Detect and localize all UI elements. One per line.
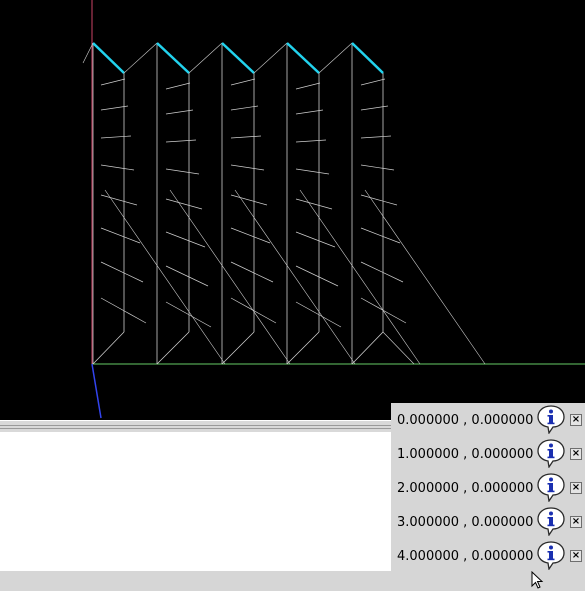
3d-viewport[interactable]	[0, 0, 585, 420]
vector-segment	[360, 261, 404, 283]
close-button[interactable]: ×	[570, 448, 582, 460]
info-balloon-icon[interactable]	[536, 404, 566, 435]
arrow-cursor-icon	[531, 571, 544, 589]
vector-segment	[165, 301, 212, 328]
point-coordinates: 1.000000 , 0.000000	[397, 447, 534, 462]
info-balloon-icon[interactable]	[536, 540, 566, 571]
vector-segment	[234, 189, 356, 365]
highlight-edge	[221, 42, 255, 74]
vector-segment	[100, 78, 126, 86]
vector-segment	[360, 227, 401, 244]
vector-segment	[295, 168, 330, 175]
vector-segment	[295, 82, 321, 90]
vector-segment	[295, 301, 342, 328]
vector-segment	[230, 164, 265, 171]
vector-segment	[230, 78, 256, 86]
info-balloon-icon[interactable]	[536, 472, 566, 503]
vector-segment	[230, 261, 274, 283]
frame-diagonal	[351, 331, 384, 365]
vector-segment	[165, 265, 209, 287]
vector-segment	[360, 194, 398, 206]
vector-segment	[230, 227, 271, 244]
vector-segment	[360, 297, 407, 324]
frame-diagonal	[286, 331, 320, 365]
vector-segment	[169, 189, 291, 365]
vector-segment	[230, 135, 262, 139]
vector-segment	[165, 231, 206, 248]
vector-segment	[295, 265, 339, 287]
status-strip	[0, 571, 585, 591]
point-row: 0.000000 , 0.000000 ×	[391, 403, 585, 437]
point-coordinates: 4.000000 , 0.000000	[397, 549, 534, 564]
point-row: 2.000000 , 0.000000 ×	[391, 471, 585, 505]
vector-segment	[100, 227, 141, 244]
vector-segment	[360, 135, 392, 139]
z-axis-line	[91, 363, 102, 419]
close-button[interactable]: ×	[570, 516, 582, 528]
vector-segment	[165, 198, 203, 210]
info-balloon-icon[interactable]	[536, 438, 566, 469]
points-panel: 0.000000 , 0.000000 × 1.000000 , 0.00000…	[391, 403, 585, 571]
close-button[interactable]: ×	[570, 414, 582, 426]
highlight-edge	[286, 42, 320, 74]
point-row: 1.000000 , 0.000000 ×	[391, 437, 585, 471]
wireframe-scene[interactable]	[0, 0, 585, 420]
vector-segment	[165, 82, 191, 90]
vector-segment	[299, 189, 421, 365]
vector-segment	[230, 297, 277, 324]
vector-segment	[295, 139, 327, 143]
frame-ridge	[123, 42, 158, 74]
info-balloon-icon[interactable]	[536, 506, 566, 537]
vector-segment	[295, 198, 333, 210]
console-area[interactable]	[0, 432, 391, 571]
point-row: 4.000000 , 0.000000 ×	[391, 539, 585, 573]
vector-segment	[104, 189, 226, 365]
vector-segment	[100, 194, 138, 206]
vector-segment	[230, 194, 268, 206]
vector-segment	[100, 135, 132, 139]
frame-diagonal	[221, 331, 255, 365]
highlight-edge	[92, 42, 125, 74]
vector-segment	[100, 297, 147, 324]
vector-segment	[360, 78, 386, 86]
vector-segment	[100, 164, 135, 171]
close-button[interactable]: ×	[570, 482, 582, 494]
vector-segment	[295, 231, 336, 248]
frame-diagonal	[382, 331, 415, 365]
point-coordinates: 2.000000 , 0.000000	[397, 481, 534, 496]
frame-diagonal	[156, 331, 190, 365]
frame-ridge	[188, 42, 223, 74]
vector-segment	[165, 139, 197, 143]
frame-ridge	[318, 42, 353, 74]
vector-segment	[100, 261, 144, 283]
frame-diagonal	[92, 331, 125, 365]
frame-ridge	[253, 42, 288, 74]
vector-segment	[360, 164, 395, 171]
point-row: 3.000000 , 0.000000 ×	[391, 505, 585, 539]
vector-segment	[360, 105, 389, 111]
point-coordinates: 3.000000 , 0.000000	[397, 515, 534, 530]
vector-segment	[165, 168, 200, 175]
highlight-edge	[156, 42, 190, 74]
highlight-edge	[351, 42, 384, 74]
point-coordinates: 0.000000 , 0.000000	[397, 413, 534, 428]
close-button[interactable]: ×	[570, 550, 582, 562]
